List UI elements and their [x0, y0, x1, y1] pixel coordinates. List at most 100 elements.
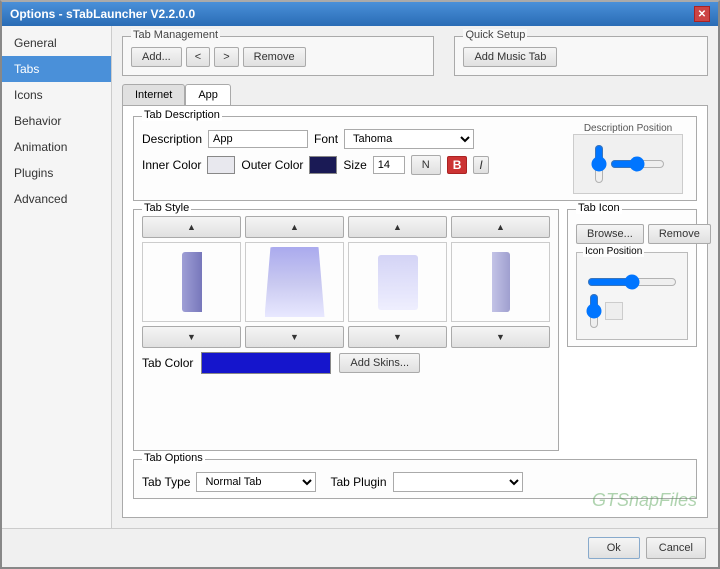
tabs-bar: Internet App — [122, 84, 708, 105]
size-input[interactable] — [373, 156, 405, 174]
description-input[interactable] — [208, 130, 308, 148]
sidebar-item-advanced[interactable]: Advanced — [2, 186, 111, 212]
outer-color-label: Outer Color — [241, 158, 303, 172]
browse-button[interactable]: Browse... — [576, 224, 644, 244]
tab-description-title: Tab Description — [142, 109, 222, 121]
icon-h-slider[interactable] — [587, 275, 677, 289]
tab-plugin-select[interactable] — [393, 472, 523, 492]
left-button[interactable]: < — [186, 47, 210, 67]
icon-position-group: Icon Position — [576, 252, 688, 340]
style-preview-3 — [348, 242, 447, 322]
desc-sliders — [592, 144, 665, 184]
tab-app[interactable]: App — [185, 84, 231, 105]
arrow-up-icon — [496, 221, 505, 233]
title-bar: Options - sTabLauncher V2.2.0.0 ✕ — [2, 2, 718, 26]
style-preview-2 — [245, 242, 344, 322]
sidebar-item-general[interactable]: General — [2, 30, 111, 56]
tab-shape-3 — [378, 255, 418, 310]
desc-section: Description Font Tahoma Arial Verdana — [142, 123, 688, 194]
style-up-1[interactable] — [142, 216, 241, 238]
style-preview-1 — [142, 242, 241, 322]
bold-button[interactable]: B — [447, 156, 468, 174]
tab-color-row: Tab Color Add Skins... — [142, 352, 550, 374]
italic-button[interactable]: I — [473, 156, 488, 174]
desc-position-box — [573, 134, 683, 194]
cancel-button[interactable]: Cancel — [646, 537, 706, 559]
tab-style-group: Tab Style — [133, 209, 559, 451]
tab-type-label: Tab Type — [142, 475, 190, 489]
tab-options-group: Tab Options Tab Type Normal Tab Tab Plug… — [133, 459, 697, 499]
sidebar-item-behavior[interactable]: Behavior — [2, 108, 111, 134]
style-preview-row — [142, 242, 550, 322]
outer-color-box[interactable] — [309, 156, 337, 174]
style-up-2[interactable] — [245, 216, 344, 238]
font-label: Font — [314, 132, 338, 146]
arrow-down-icon — [393, 331, 402, 343]
add-skins-button[interactable]: Add Skins... — [339, 353, 420, 373]
tab-panel: Tab Description Description Font Tahoma … — [122, 105, 708, 518]
arrow-down-icon — [187, 331, 196, 343]
style-down-2[interactable] — [245, 326, 344, 348]
ok-button[interactable]: Ok — [588, 537, 640, 559]
inner-color-box[interactable] — [207, 156, 235, 174]
close-button[interactable]: ✕ — [694, 6, 710, 22]
desc-h-slider[interactable] — [610, 157, 665, 171]
tab-color-preview[interactable] — [201, 352, 331, 374]
icon-position-label: Icon Position — [583, 246, 644, 257]
desc-slider-row — [592, 144, 665, 184]
desc-right: Description Position — [568, 123, 688, 194]
desc-row: Description Font Tahoma Arial Verdana — [142, 129, 558, 149]
tab-icon-group: Tab Icon Browse... Remove Icon Position — [567, 209, 697, 347]
left-mid: Tab Style — [133, 209, 559, 451]
bottom-bar: Ok Cancel — [2, 528, 718, 567]
main-panel: Tab Management Add... < > Remove Quick S… — [112, 26, 718, 528]
tab-options-row: Tab Type Normal Tab Tab Plugin — [142, 472, 688, 492]
tab-internet[interactable]: Internet — [122, 84, 185, 105]
quick-setup-controls: Add Music Tab — [463, 41, 699, 67]
tab-type-select[interactable]: Normal Tab — [196, 472, 316, 492]
sidebar-item-tabs[interactable]: Tabs — [2, 56, 111, 82]
style-up-4[interactable] — [451, 216, 550, 238]
description-label: Description — [142, 132, 202, 146]
icon-pos-indicator — [605, 302, 623, 320]
mid-section: Tab Style — [133, 209, 697, 451]
tab-management-controls: Add... < > Remove — [131, 41, 425, 67]
quick-setup-label: Quick Setup — [463, 29, 527, 41]
remove-button[interactable]: Remove — [243, 47, 306, 67]
desc-v-slider[interactable] — [592, 144, 606, 184]
tab-icon-title: Tab Icon — [576, 202, 622, 214]
icon-v-slider[interactable] — [587, 293, 601, 329]
style-down-3[interactable] — [348, 326, 447, 348]
tab-style-grid — [142, 216, 550, 348]
arrow-up-icon — [290, 221, 299, 233]
sidebar: General Tabs Icons Behavior Animation Pl… — [2, 26, 112, 528]
add-music-tab-button[interactable]: Add Music Tab — [463, 47, 557, 67]
right-button[interactable]: > — [214, 47, 238, 67]
tab-style-title: Tab Style — [142, 202, 191, 214]
size-label: Size — [343, 158, 366, 172]
arrow-down-icon — [496, 331, 505, 343]
add-button[interactable]: Add... — [131, 47, 182, 67]
desc-position-label: Description Position — [584, 123, 672, 134]
arrow-down-icon — [290, 331, 299, 343]
arrow-up-icon — [187, 221, 196, 233]
content-area: General Tabs Icons Behavior Animation Pl… — [2, 26, 718, 528]
style-down-1[interactable] — [142, 326, 241, 348]
tab-plugin-label: Tab Plugin — [330, 475, 386, 489]
font-select[interactable]: Tahoma Arial Verdana — [344, 129, 474, 149]
sidebar-item-plugins[interactable]: Plugins — [2, 160, 111, 186]
right-mid: Tab Icon Browse... Remove Icon Position — [567, 209, 697, 451]
window-title: Options - sTabLauncher V2.2.0.0 — [10, 7, 195, 21]
style-up-3[interactable] — [348, 216, 447, 238]
sidebar-item-icons[interactable]: Icons — [2, 82, 111, 108]
tab-color-label: Tab Color — [142, 356, 193, 370]
style-preview-4 — [451, 242, 550, 322]
tab-options-title: Tab Options — [142, 452, 205, 464]
normal-button[interactable]: N — [411, 155, 441, 175]
icon-remove-button[interactable]: Remove — [648, 224, 711, 244]
style-down-4[interactable] — [451, 326, 550, 348]
sidebar-item-animation[interactable]: Animation — [2, 134, 111, 160]
main-window: Options - sTabLauncher V2.2.0.0 ✕ Genera… — [0, 0, 720, 569]
tab-management-label: Tab Management — [131, 29, 220, 41]
tab-description-group: Tab Description Description Font Tahoma … — [133, 116, 697, 201]
